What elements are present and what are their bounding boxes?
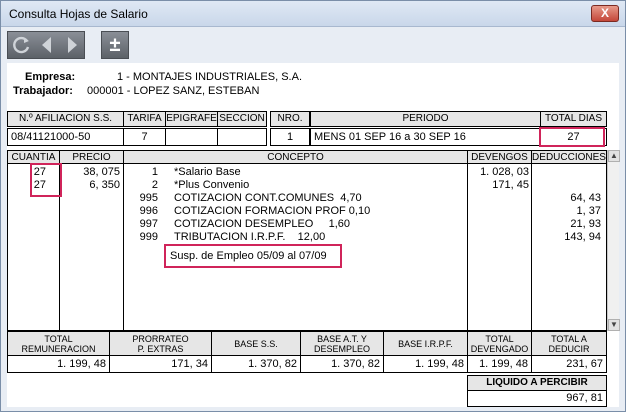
refresh-button[interactable]: [11, 34, 33, 56]
total-remuneracion-header: TOTAL REMUNERACION: [7, 331, 110, 356]
concepto-codes: 1 2 995 996 997 999: [139, 166, 158, 243]
prorrateo-header: PRORRATEO P. EXTRAS: [109, 331, 212, 356]
total-dias-highlight: [539, 127, 605, 147]
precio-values: 38, 075 6, 350: [83, 166, 120, 191]
plus-minus-button[interactable]: ±: [104, 34, 126, 56]
previous-button[interactable]: [36, 34, 58, 56]
suspension-note-highlight: Susp. de Empleo 05/09 al 07/09: [164, 244, 342, 268]
base-at-desempleo-header: BASE A.T. Y DESEMPLEO: [300, 331, 384, 356]
total-dias-header: TOTAL DIAS: [540, 111, 607, 127]
cuantia-highlight: [30, 163, 62, 197]
total-deducir-header: TOTAL A DEDUCIR: [531, 331, 607, 356]
empresa-value: 1 - MONTAJES INDUSTRIALES, S.A.: [117, 71, 302, 83]
precio-column: 38, 075 6, 350: [59, 163, 124, 331]
periodo-header: PERIODO: [310, 111, 541, 127]
title-bar: Consulta Hojas de Salario X: [1, 1, 625, 27]
tarifa-value: 7: [123, 128, 166, 146]
close-button[interactable]: X: [591, 5, 619, 22]
devengos-values: 1. 028, 03 171, 45: [480, 166, 529, 191]
total-devengado-header: TOTAL DEVENGADO: [467, 331, 532, 356]
arrow-right-icon: [68, 37, 77, 53]
cuantia-header: CUANTIA: [7, 150, 60, 164]
next-button[interactable]: [61, 34, 83, 56]
seccion-value: [217, 128, 267, 146]
navigation-group: [7, 31, 85, 59]
nro-value: 1: [270, 128, 310, 146]
add-group: ±: [101, 31, 129, 59]
deducciones-values: 64, 43 1, 37 21, 93 143, 94: [564, 192, 601, 243]
base-ss-value: 1. 370, 82: [211, 355, 301, 373]
toolbar: ±: [7, 31, 619, 59]
periodo-value: MENS 01 SEP 16 a 30 SEP 16: [310, 128, 541, 146]
total-remuneracion-value: 1. 199, 48: [7, 355, 110, 373]
base-irpf-value: 1. 199, 48: [383, 355, 468, 373]
trabajador-value: 000001 - LOPEZ SANZ, ESTEBAN: [87, 85, 260, 97]
concepto-header: CONCEPTO: [123, 150, 468, 164]
epigrafe-header: EPIGRAFE: [165, 111, 218, 127]
salary-sheet: Empresa: 1 - MONTAJES INDUSTRIALES, S.A.…: [7, 63, 620, 407]
total-devengado-value: 1. 199, 48: [467, 355, 532, 373]
afiliacion-header: N.º AFILIACION S.S.: [7, 111, 124, 127]
afiliacion-value: 08/41121000-50: [7, 128, 124, 146]
devengos-header: DEVENGOS: [467, 150, 532, 164]
scroll-down-button[interactable]: ▼: [608, 319, 620, 331]
seccion-header: SECCION: [217, 111, 267, 127]
epigrafe-value: [165, 128, 218, 146]
suspension-note: Susp. de Empleo 05/09 al 07/09: [170, 250, 327, 262]
window: Consulta Hojas de Salario X ± Empresa: 1…: [0, 0, 626, 412]
base-at-desempleo-value: 1. 370, 82: [300, 355, 384, 373]
trabajador-label: Trabajador:: [13, 85, 73, 97]
vertical-scrollbar[interactable]: ▲ ▼: [607, 150, 620, 331]
prorrateo-value: 171, 34: [109, 355, 212, 373]
concepto-values: *Salario Base *Plus Convenio COTIZACION …: [174, 166, 371, 243]
window-title: Consulta Hojas de Salario: [9, 7, 148, 21]
total-deducir-value: 231, 67: [531, 355, 607, 373]
liquido-value: 967, 81: [467, 390, 607, 407]
devengos-column: 1. 028, 03 171, 45: [467, 163, 532, 331]
deducciones-column: 64, 43 1, 37 21, 93 143, 94: [531, 163, 607, 331]
nro-header: NRO.: [270, 111, 310, 127]
tarifa-header: TARIFA: [123, 111, 166, 127]
empresa-label: Empresa:: [25, 71, 76, 83]
arrow-left-icon: [42, 37, 51, 53]
scroll-up-button[interactable]: ▲: [608, 150, 620, 162]
base-ss-header: BASE S.S.: [211, 331, 301, 356]
base-irpf-header: BASE I.R.P.F.: [383, 331, 468, 356]
liquido-header: LIQUIDO A PERCIBIR: [467, 375, 607, 391]
deducciones-header: DEDUCCIONES: [531, 150, 607, 164]
precio-header: PRECIO: [59, 150, 124, 164]
refresh-icon: [13, 36, 30, 54]
concepto-column: 1 2 995 996 997 999 *Salario Base *Plus …: [123, 163, 468, 331]
